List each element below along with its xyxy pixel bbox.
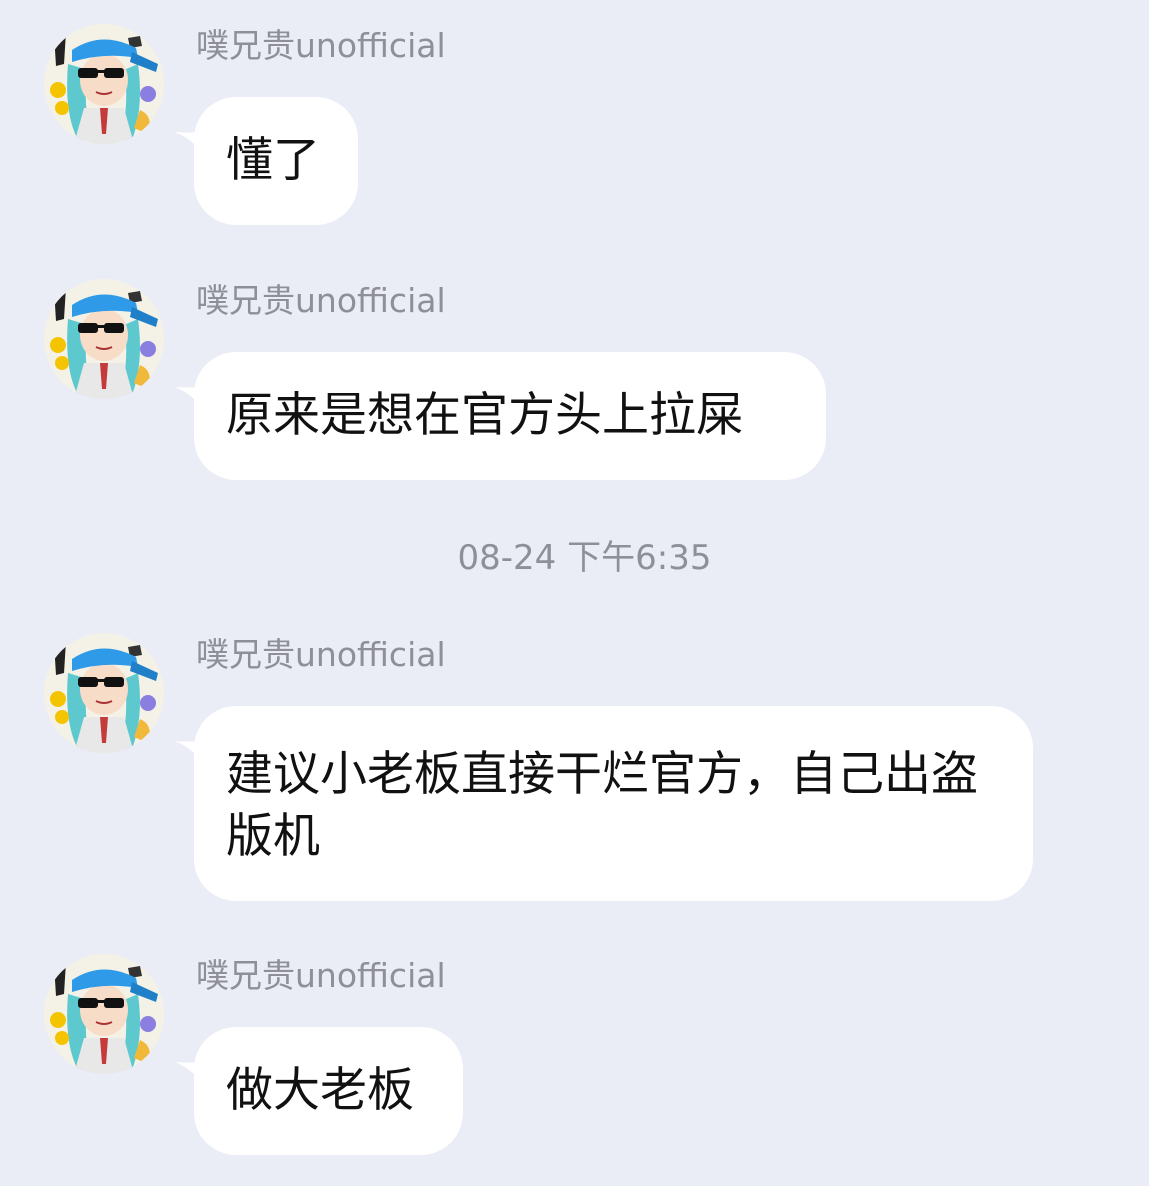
anime-avatar-icon: [44, 24, 164, 144]
message-row: 噗兄贵unofficial 建议小老板直接干烂官方，自己出盗版机: [0, 609, 1149, 909]
message-row: 噗兄贵unofficial 做大老板: [0, 930, 1149, 1170]
avatar[interactable]: [44, 279, 164, 399]
message-bubble[interactable]: 做大老板: [194, 1027, 463, 1155]
timestamp-divider: 08-24 下午6:35: [457, 538, 712, 578]
message-text: 做大老板: [226, 1063, 414, 1118]
message-row: 噗兄贵unofficial 原来是想在官方头上拉屎: [0, 255, 1149, 495]
sender-name: 噗兄贵unofficial: [196, 956, 446, 995]
sender-name: 噗兄贵unofficial: [196, 281, 446, 320]
anime-avatar-icon: [44, 954, 164, 1074]
message-bubble[interactable]: 建议小老板直接干烂官方，自己出盗版机: [194, 706, 1033, 901]
message-text: 懂了: [226, 133, 320, 188]
avatar[interactable]: [44, 954, 164, 1074]
avatar[interactable]: [44, 633, 164, 753]
message-bubble[interactable]: 原来是想在官方头上拉屎: [194, 352, 826, 480]
anime-avatar-icon: [44, 633, 164, 753]
message-bubble[interactable]: 懂了: [194, 97, 358, 225]
message-text: 原来是想在官方头上拉屎: [226, 388, 743, 443]
sender-name: 噗兄贵unofficial: [196, 635, 446, 674]
message-text: 建议小老板直接干烂官方，自己出盗版机: [226, 747, 978, 864]
anime-avatar-icon: [44, 279, 164, 399]
sender-name: 噗兄贵unofficial: [196, 26, 446, 65]
message-row: 噗兄贵unofficial 懂了: [0, 0, 1149, 240]
avatar[interactable]: [44, 24, 164, 144]
